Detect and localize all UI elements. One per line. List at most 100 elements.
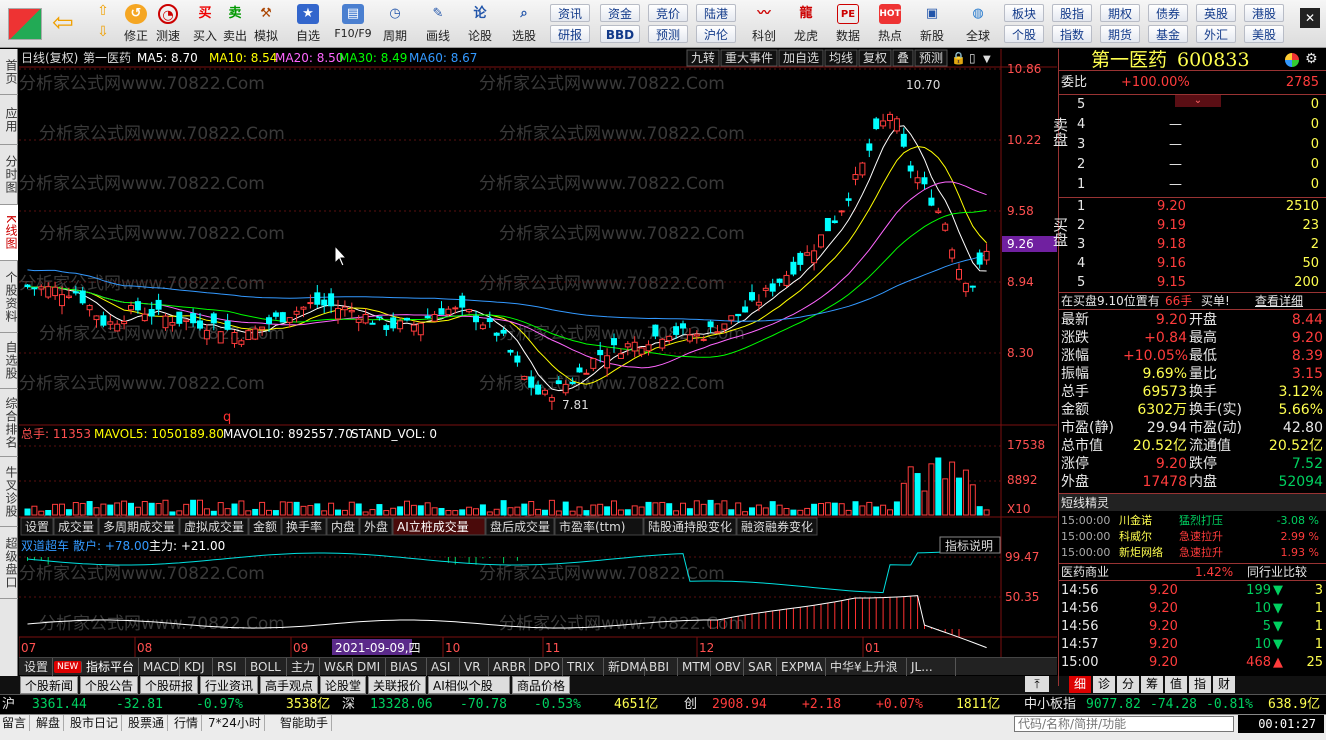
left-tab-ranking[interactable]: 综合排名: [0, 389, 18, 457]
grid2-btn-us[interactable]: 美股: [1244, 25, 1284, 43]
volume-sub-tab-label[interactable]: 内盘: [331, 519, 355, 534]
period-button[interactable]: ◷ 周期: [376, 2, 414, 46]
kline-chart-area[interactable]: 分析家公式网www.70822.Com 分析家公式网www.70822.Com 分析…: [18, 49, 1057, 657]
kline-svg[interactable]: 分析家公式网www.70822.Com 分析家公式网www.70822.Com 分析…: [18, 49, 1057, 657]
elves-row[interactable]: 15:00:00 川金诺 猛烈打压 -3.08 %: [1059, 513, 1326, 529]
news-tab-1[interactable]: 个股公告: [80, 676, 138, 694]
draw-line-button[interactable]: ✎ 画线: [418, 2, 458, 46]
volume-sub-tab-label[interactable]: AI立桩成交量: [397, 519, 469, 534]
news-tab-5[interactable]: 论股堂: [320, 676, 366, 694]
grid-btn-forecast[interactable]: 预测: [648, 25, 688, 43]
stock-picker-button[interactable]: ⌕ 选股: [502, 2, 546, 46]
up-arrow-icon[interactable]: ⇧: [92, 3, 114, 23]
grid-btn-bbd[interactable]: BBD: [600, 25, 640, 43]
indicator-tab-0[interactable]: 设置: [21, 658, 53, 676]
indicator-tab-15[interactable]: TRIX: [564, 658, 604, 676]
quote-tab-6[interactable]: 财: [1213, 676, 1235, 693]
news-tab-6[interactable]: 关联报价: [368, 676, 426, 694]
volume-sub-tab-label[interactable]: 融资融券变化: [741, 519, 813, 534]
left-tab-home[interactable]: 首页: [0, 49, 18, 95]
volume-sub-tab-label[interactable]: 陆股通持股变化: [648, 519, 732, 534]
indicator-tab-5[interactable]: RSI: [214, 658, 246, 676]
indicator-tab-2[interactable]: 指标平台: [83, 658, 139, 676]
volume-sub-tab-label[interactable]: 设置: [25, 520, 49, 534]
indicator-tab-14[interactable]: DPO: [531, 658, 563, 676]
grid2-btn-options[interactable]: 期权: [1100, 4, 1140, 22]
indicator-tab-8[interactable]: W&R: [321, 658, 354, 676]
news-tab-8[interactable]: 商品价格: [512, 676, 570, 694]
sell-button[interactable]: 卖卖出: [220, 2, 250, 46]
dropdown-icon[interactable]: ▼: [983, 54, 991, 65]
indicator-tab-13[interactable]: ARBR: [490, 658, 530, 676]
lock-icon[interactable]: 🔒: [951, 51, 966, 65]
quote-tab-4[interactable]: 值: [1165, 676, 1187, 693]
volume-sub-tab-label[interactable]: 市盈率(ttm): [559, 519, 625, 534]
grid-btn-sh-london[interactable]: 沪伦: [696, 25, 736, 43]
indicator-tab-21[interactable]: EXPMA: [778, 658, 826, 676]
simulate-button[interactable]: ⚒ 模拟: [250, 2, 282, 46]
news-tab-4[interactable]: 高手观点: [260, 676, 318, 694]
elves-row[interactable]: 15:00:00 科威尔 急速拉升 2.99 %: [1059, 529, 1326, 545]
indicator-tab-6[interactable]: BOLL: [247, 658, 287, 676]
grid2-btn-bonds[interactable]: 债券: [1148, 4, 1188, 22]
app-logo[interactable]: [8, 8, 42, 40]
grid2-btn-hk[interactable]: 港股: [1244, 4, 1284, 22]
grid2-btn-uk[interactable]: 英股: [1196, 4, 1236, 22]
status-item-0[interactable]: 留言: [2, 715, 31, 731]
left-tab-profile[interactable]: 个股资料: [0, 261, 18, 333]
grid2-btn-funds[interactable]: 基金: [1148, 25, 1188, 43]
indicator-tab-20[interactable]: SAR: [745, 658, 777, 676]
indicator-tab-7[interactable]: 主力: [288, 658, 320, 676]
grid2-btn-index[interactable]: 指数: [1052, 25, 1092, 43]
watchlist-button[interactable]: ★ 自选: [288, 2, 328, 46]
grid-btn-auction[interactable]: 竞价: [648, 4, 688, 22]
news-tab-3[interactable]: 行业资讯: [200, 676, 258, 694]
indicator-help-button[interactable]: 指标说明: [945, 538, 993, 553]
indicator-tab-23[interactable]: JL...: [908, 658, 956, 676]
elves-row[interactable]: 15:00:00 新炬网络 急速拉升 1.93 %: [1059, 545, 1326, 561]
speed-test-button[interactable]: ◔ 测速: [152, 2, 184, 46]
grid-btn-funds[interactable]: 资金: [600, 4, 640, 22]
indicator-tab-11[interactable]: ASI: [428, 658, 460, 676]
left-tab-apps[interactable]: 应用: [0, 95, 18, 145]
volume-sub-tab-label[interactable]: 多周期成交量: [103, 519, 175, 534]
status-item-4[interactable]: 行情: [174, 715, 203, 731]
grid-btn-news[interactable]: 资讯: [550, 4, 590, 22]
status-item-1[interactable]: 解盘: [36, 715, 65, 731]
indicator-tab-19[interactable]: OBV: [712, 658, 744, 676]
chart-top-button-label[interactable]: 均线: [829, 51, 853, 65]
left-tab-kline[interactable]: K线图: [0, 205, 18, 261]
stock-search-input[interactable]: [1014, 716, 1234, 732]
indicator-tab-17[interactable]: BBI: [646, 658, 678, 676]
grid2-btn-sector[interactable]: 板块: [1004, 4, 1044, 22]
status-item-2[interactable]: 股市日记: [70, 715, 123, 731]
left-tab-super-depth[interactable]: 超级盘口: [0, 527, 18, 599]
pie-icon[interactable]: [1285, 53, 1299, 67]
indicator-tab-16[interactable]: 新DMA: [605, 658, 648, 676]
close-icon[interactable]: ✕: [1300, 8, 1320, 28]
chart-top-button-label[interactable]: 复权: [863, 51, 887, 65]
down-arrow-icon[interactable]: ⇩: [92, 24, 114, 44]
indicator-tab-9[interactable]: DMI: [354, 658, 386, 676]
layout-icon[interactable]: ▯: [969, 51, 976, 65]
indicator-tab-10[interactable]: BIAS: [387, 658, 427, 676]
volume-sub-tab-label[interactable]: 盘后成交量: [490, 519, 550, 534]
hot-button[interactable]: HOT 热点: [870, 2, 910, 46]
left-tab-diagnose[interactable]: 牛叉诊股: [0, 457, 18, 527]
status-item-6[interactable]: 智能助手: [280, 715, 333, 731]
indicator-tab-22[interactable]: 中华¥上升浪: [827, 658, 907, 676]
status-item-3[interactable]: 股票通: [128, 715, 169, 731]
chart-top-button-label[interactable]: 叠: [897, 51, 909, 65]
star-market-button[interactable]: 〰科创: [744, 2, 784, 46]
news-tab-7[interactable]: AI相似个股: [428, 676, 510, 694]
gear-icon[interactable]: ⚙: [1305, 51, 1318, 67]
undo-button[interactable]: ↺ 修正: [120, 2, 152, 46]
volume-sub-tab-label[interactable]: 外盘: [364, 519, 388, 534]
back-arrow-icon[interactable]: ⇦: [52, 10, 82, 36]
grid2-btn-index-futures[interactable]: 股指: [1052, 4, 1092, 22]
status-item-5[interactable]: 7*24小时: [208, 715, 265, 731]
grid-btn-hk-connect[interactable]: 陆港: [696, 4, 736, 22]
dragon-tiger-button[interactable]: 龍龙虎: [786, 2, 826, 46]
left-tab-watchlist[interactable]: 自选股: [0, 333, 18, 389]
collapse-up-icon[interactable]: ⤒: [1025, 676, 1049, 692]
